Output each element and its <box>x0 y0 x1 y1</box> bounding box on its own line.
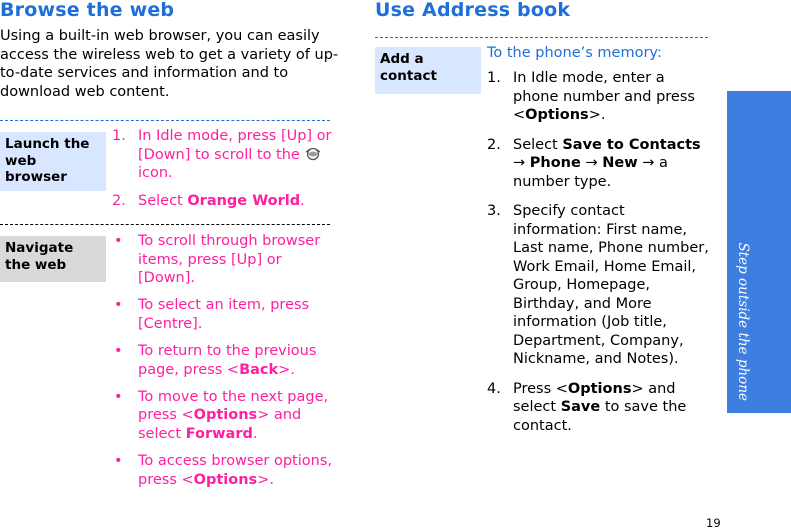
launch-step-1: 1. In Idle mode, press [Up] or [Down] to… <box>112 127 334 183</box>
bullet-scroll: To scroll through browser items, press [… <box>112 232 334 288</box>
bullet-next-page: To move to the next page, press <Options… <box>112 388 334 444</box>
intro-paragraph: Using a built-in web browser, you can ea… <box>0 28 339 100</box>
softkey-options: Options <box>567 380 632 397</box>
bullet-select: To select an item, press [Centre]. <box>112 296 334 333</box>
contact-step-2: 2. Select Save to Contacts → Phone → New… <box>487 136 709 192</box>
menu-option-phone: Phone <box>529 155 581 171</box>
bullet-text-end: . <box>252 425 258 442</box>
step-text: Select <box>513 136 563 153</box>
chapter-side-tab: Step outside the phone <box>727 91 791 413</box>
step-text-end: >. <box>588 107 606 123</box>
step-text: Press < <box>513 380 568 397</box>
menu-option-orange-world: Orange World <box>187 192 301 209</box>
step-number: 1. <box>112 128 126 144</box>
subhead-phone-memory: To the phone’s memory: <box>487 45 662 61</box>
step-text: Specify contact information: First name,… <box>513 203 709 367</box>
bullet-return: To return to the previous page, press <B… <box>112 342 334 379</box>
softkey-options: Options <box>193 471 258 488</box>
step-text: In Idle mode, press [Up] or [Down] to sc… <box>138 128 332 163</box>
chapter-side-tab-label: Step outside the phone <box>735 242 751 401</box>
add-contact-steps: 1. In Idle mode, enter a phone number an… <box>487 69 709 446</box>
divider <box>0 224 330 225</box>
tab-launch-web-browser: Launch the web browser <box>0 132 106 191</box>
menu-option-save: Save <box>560 399 601 415</box>
divider <box>0 120 330 121</box>
contact-step-4: 4. Press <Options> and select Save to sa… <box>487 380 709 436</box>
menu-option-save-to-contacts: Save to Contacts <box>562 136 701 153</box>
arrow: → <box>513 155 530 171</box>
step-text-end: . <box>300 192 305 209</box>
bullet-browser-options: To access browser options, press <Option… <box>112 452 334 489</box>
softkey-options: Options <box>193 407 258 424</box>
divider <box>375 37 708 38</box>
bullet-text-end: >. <box>257 471 274 488</box>
softkey-back: Back <box>239 361 279 378</box>
step-number: 2. <box>487 136 501 153</box>
tab-navigate-web: Navigate the web <box>0 236 106 282</box>
step-text: Select <box>138 192 188 209</box>
arrow: → <box>580 155 603 171</box>
contact-step-1: 1. In Idle mode, enter a phone number an… <box>487 69 709 125</box>
launch-step-2: 2. Select Orange World. <box>112 192 334 211</box>
bullet-text-end: >. <box>278 361 295 378</box>
section-title-address-book: Use Address book <box>375 0 571 21</box>
step-number: 4. <box>487 380 501 397</box>
step-text-end: icon. <box>138 165 173 181</box>
contact-step-3: 3. Specify contact information: First na… <box>487 202 709 369</box>
step-number: 3. <box>487 203 501 219</box>
navigate-bullets: To scroll through browser items, press [… <box>112 232 334 498</box>
menu-option-forward: Forward <box>185 425 253 442</box>
step-number: 1. <box>487 70 501 86</box>
section-title-browse-web: Browse the web <box>0 0 175 21</box>
softkey-options: Options <box>525 107 589 123</box>
step-number: 2. <box>112 192 126 209</box>
tab-add-contact: Add a contact <box>375 47 481 94</box>
menu-option-new: New <box>602 155 638 171</box>
page-number: 19 <box>706 516 721 530</box>
launch-steps: 1. In Idle mode, press [Up] or [Down] to… <box>112 127 334 210</box>
orange-world-icon <box>304 147 322 161</box>
